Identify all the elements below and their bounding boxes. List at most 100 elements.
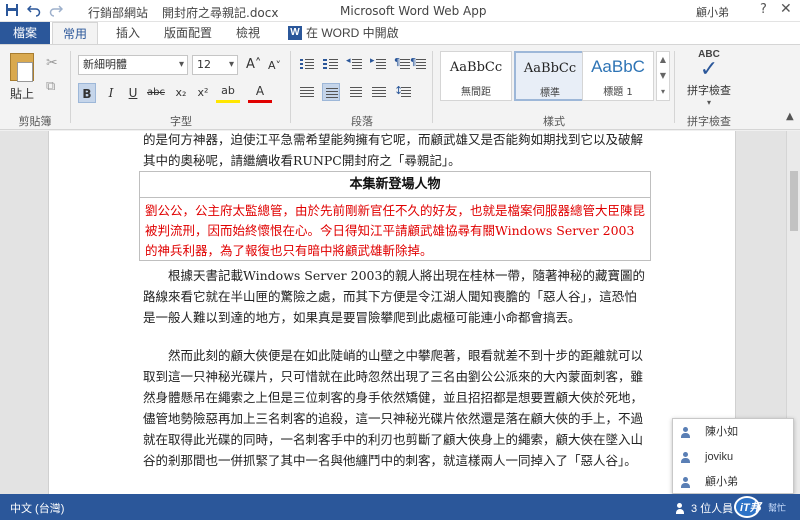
intro-paragraph: 的是何方神器，迫使江平急需希望能夠擁有它呢，而顧武雄又是否能夠如期找到它以及破解… [143, 132, 644, 168]
more-styles-icon[interactable]: ▾ [657, 84, 669, 100]
increase-indent-button[interactable] [370, 55, 388, 73]
highlight-button[interactable]: ab [216, 83, 240, 103]
styles-gallery-scroll[interactable]: ▲ ▼ ▾ [656, 51, 670, 101]
paragraph-group: 段落 [292, 45, 432, 131]
style-name: 標準 [540, 88, 560, 99]
clipboard-group-label: 剪貼簿 [18, 115, 52, 128]
group-divider [674, 51, 675, 123]
editors-presence-panel: 陳小如 joviku 顧小弟 [672, 418, 794, 494]
collapse-ribbon-icon[interactable]: ▲ [786, 111, 794, 122]
style-normal[interactable]: AaBbCc 標準 [514, 51, 586, 101]
style-sample: AaBbCc [449, 60, 503, 75]
person-icon [681, 477, 690, 488]
editor-item[interactable]: 顧小弟 [673, 470, 793, 495]
word-icon: W [288, 26, 302, 40]
scrollbar-thumb[interactable] [790, 171, 798, 231]
undo-icon[interactable] [26, 2, 42, 18]
superscript-button[interactable]: x² [194, 83, 212, 103]
tab-home[interactable]: 常用 [52, 22, 98, 44]
style-heading-1[interactable]: AaBbC 標題 1 [582, 51, 654, 101]
clipboard-group: 貼上 ✂ ⧉ 剪貼簿 [0, 45, 70, 131]
spelling-label: 拼字檢查 [687, 84, 731, 97]
decrease-indent-button[interactable] [346, 55, 364, 73]
editor-name: joviku [705, 451, 734, 463]
shrink-font-button[interactable]: A˅ [268, 59, 281, 72]
align-right-button[interactable] [346, 83, 364, 101]
editor-name: 顧小弟 [705, 476, 738, 488]
open-in-word-label: 在 WORD 中開啟 [306, 26, 399, 40]
editors-count-button[interactable]: 3 位人員 [676, 500, 733, 516]
breadcrumb-separator: › [142, 3, 147, 17]
document-name[interactable]: 開封府之尋親記.docx [162, 4, 278, 21]
bullets-button[interactable] [298, 55, 316, 73]
group-divider [70, 51, 71, 123]
editors-count-label: 3 位人員 [691, 503, 734, 515]
save-icon[interactable] [4, 2, 20, 18]
ithome-watermark-logo: iT邦 幫忙 [730, 494, 800, 520]
tab-file[interactable]: 檔案 [0, 22, 50, 44]
style-no-spacing[interactable]: AaBbCc 無間距 [440, 51, 512, 101]
clipboard-icon [10, 53, 34, 82]
quick-access-toolbar [4, 2, 64, 18]
subscript-button[interactable]: x₂ [172, 83, 190, 103]
body-paragraph: 然而此刻的顧大俠便是在如此陡峭的山壁之中攀爬著，眼看就差不到十步的距離就可以取到… [143, 348, 644, 468]
styles-group: AaBbCc 無間距 AaBbCc 標準 AaBbC 標題 1 ▲ ▼ ▾ 樣式 [434, 45, 674, 131]
tab-page-layout[interactable]: 版面配置 [160, 22, 216, 44]
scroll-down-icon[interactable]: ▼ [657, 68, 669, 84]
paste-label: 貼上 [9, 87, 34, 101]
font-group: 新細明體 12 A˄ A˅ B I U abc x₂ x² ab A 字型 [72, 45, 290, 131]
align-left-button[interactable] [298, 83, 316, 101]
infobox-body: 劉公公，公主府太監總管，由於先前剛新官任不久的好友，也就是檔案伺服器總管大臣陳昆… [145, 203, 646, 258]
font-color-button[interactable]: A [248, 83, 272, 103]
logo-subtext: 幫忙 [768, 503, 787, 513]
group-divider [290, 51, 291, 123]
font-size-dropdown[interactable]: 12 [192, 55, 238, 75]
paste-button[interactable]: 貼上 [6, 51, 38, 103]
site-breadcrumb-link[interactable]: 行銷部網站 [88, 4, 148, 21]
help-icon[interactable]: ? [760, 2, 767, 17]
strikethrough-button[interactable]: abc [144, 83, 168, 103]
title-bar: 行銷部網站 › 開封府之尋親記.docx Microsoft Word Web … [0, 0, 800, 22]
redo-icon[interactable] [48, 2, 64, 18]
editor-item[interactable]: 陳小如 [673, 420, 793, 445]
tab-insert[interactable]: 插入 [108, 22, 148, 44]
grow-font-button[interactable]: A˄ [246, 57, 261, 72]
styles-group-label: 樣式 [543, 115, 565, 128]
style-sample: AaBbCc [523, 61, 577, 76]
group-divider [432, 51, 433, 123]
app-title: Microsoft Word Web App [340, 4, 487, 18]
infobox-title: 本集新登場人物 [140, 172, 650, 198]
bold-button[interactable]: B [78, 83, 96, 103]
logo-text: iT邦 [740, 502, 761, 514]
open-in-word-button[interactable]: W 在 WORD 中開啟 [288, 22, 412, 44]
scroll-up-icon[interactable]: ▲ [657, 52, 669, 68]
style-name: 標題 1 [603, 87, 633, 98]
numbering-button[interactable] [322, 55, 340, 73]
italic-button[interactable]: I [102, 83, 120, 103]
editor-item[interactable]: joviku [673, 445, 793, 470]
people-icon [676, 502, 688, 514]
spelling-button[interactable]: ABC ✓ 拼字檢查 ▾ [680, 49, 738, 107]
right-to-left-button[interactable] [410, 55, 428, 73]
cut-icon[interactable]: ✂ [46, 55, 58, 71]
current-user[interactable]: 顧小弟 [696, 4, 729, 20]
checkmark-icon: ✓ [699, 57, 719, 82]
justify-button[interactable] [370, 83, 388, 101]
tab-view[interactable]: 檢視 [228, 22, 268, 44]
document-page[interactable]: 的是何方神器，迫使江平急需希望能夠擁有它呢，而顧武雄又是否能夠如期找到它以及破解… [48, 131, 736, 494]
language-indicator[interactable]: 中文 (台灣) [10, 500, 64, 516]
paragraph-group-label: 段落 [351, 115, 373, 128]
status-bar: 中文 (台灣) 3 位人員 [0, 494, 800, 520]
copy-icon[interactable]: ⧉ [46, 79, 55, 94]
ribbon-tabs: 檔案 常用 插入 版面配置 檢視 W 在 WORD 中開啟 [0, 22, 800, 44]
person-icon [681, 427, 690, 438]
word-web-app: 行銷部網站 › 開封府之尋親記.docx Microsoft Word Web … [0, 0, 800, 520]
character-infobox: 本集新登場人物 劉公公，公主府太監總管，由於先前剛新官任不久的好友，也就是檔案伺… [139, 171, 651, 261]
style-name: 無間距 [461, 87, 491, 98]
style-sample: AaBbC [591, 57, 645, 76]
align-center-button[interactable] [322, 83, 340, 101]
font-name-dropdown[interactable]: 新細明體 [78, 55, 188, 75]
underline-button[interactable]: U [124, 83, 142, 103]
close-icon[interactable]: ✕ [780, 1, 792, 17]
line-spacing-button[interactable] [394, 83, 412, 101]
